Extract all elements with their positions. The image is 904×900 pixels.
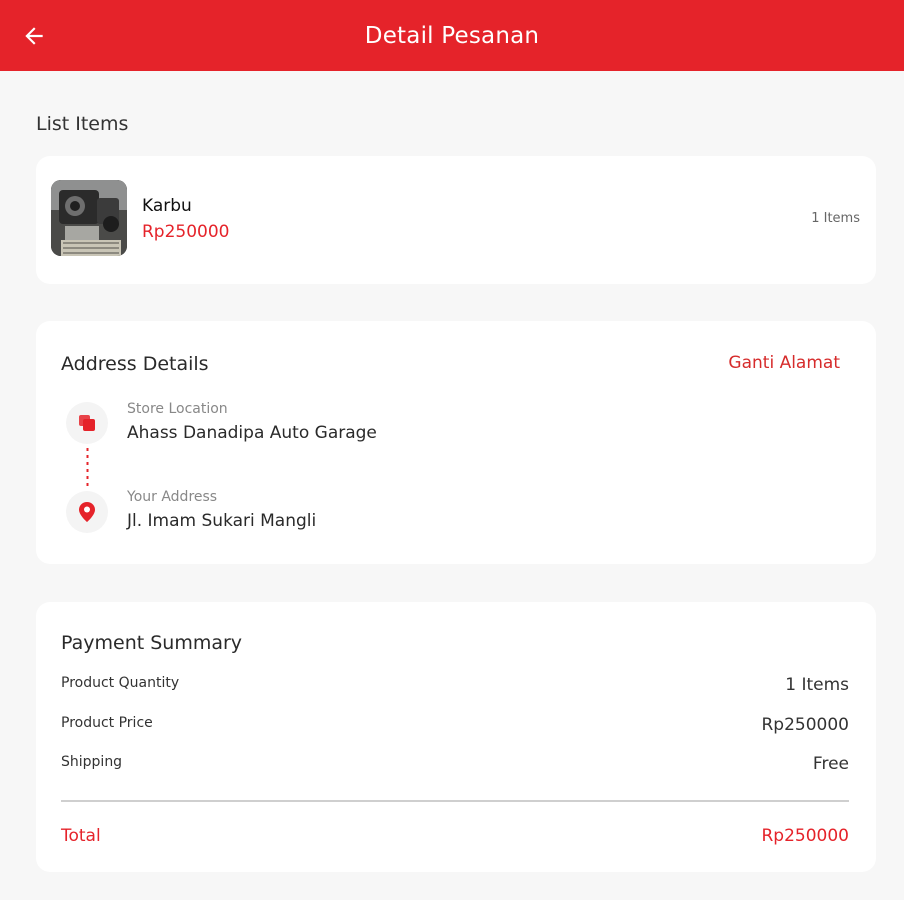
page-title: Detail Pesanan xyxy=(364,22,540,49)
location-icon-badge xyxy=(66,491,108,533)
payment-row-label: Shipping xyxy=(61,754,123,770)
payment-row-value: Rp250000 xyxy=(761,715,850,735)
address-title: Address Details xyxy=(61,353,209,375)
payment-row-shipping: Shipping Free xyxy=(61,754,849,776)
app-bar: Detail Pesanan xyxy=(0,0,904,71)
your-address-value: Jl. Imam Sukari Mangli xyxy=(127,511,317,531)
total-label: Total xyxy=(61,826,101,846)
total-value: Rp250000 xyxy=(761,826,850,846)
store-icon-badge xyxy=(66,402,108,444)
divider xyxy=(61,800,849,802)
payment-row-label: Product Price xyxy=(61,715,153,731)
location-pin-icon xyxy=(79,502,95,522)
store-location-label: Store Location xyxy=(127,401,228,417)
list-items-label: List Items xyxy=(36,113,129,135)
payment-row-value: Free xyxy=(812,754,849,774)
payment-row-label: Product Quantity xyxy=(61,675,180,691)
payment-row-price: Product Price Rp250000 xyxy=(61,715,849,737)
payment-row-total: Total Rp250000 xyxy=(61,826,849,848)
item-name: Karbu xyxy=(142,196,192,216)
your-address-label: Your Address xyxy=(127,489,218,505)
arrow-left-icon xyxy=(25,27,43,45)
back-button[interactable] xyxy=(18,20,50,52)
store-icon xyxy=(79,415,95,431)
order-item-card[interactable]: Karbu Rp250000 1 Items xyxy=(36,156,876,284)
item-quantity: 1 Items xyxy=(811,211,860,226)
route-connector xyxy=(86,448,89,488)
address-card: Address Details Ganti Alamat Store Locat… xyxy=(36,321,876,564)
product-image xyxy=(51,180,127,256)
payment-title: Payment Summary xyxy=(61,632,243,654)
item-price: Rp250000 xyxy=(142,222,230,242)
payment-row-value: 1 Items xyxy=(785,675,849,695)
payment-row-quantity: Product Quantity 1 Items xyxy=(61,675,849,697)
change-address-link[interactable]: Ganti Alamat xyxy=(728,353,840,373)
store-location-value: Ahass Danadipa Auto Garage xyxy=(127,423,377,443)
payment-summary-card: Payment Summary Product Quantity 1 Items… xyxy=(36,602,876,872)
